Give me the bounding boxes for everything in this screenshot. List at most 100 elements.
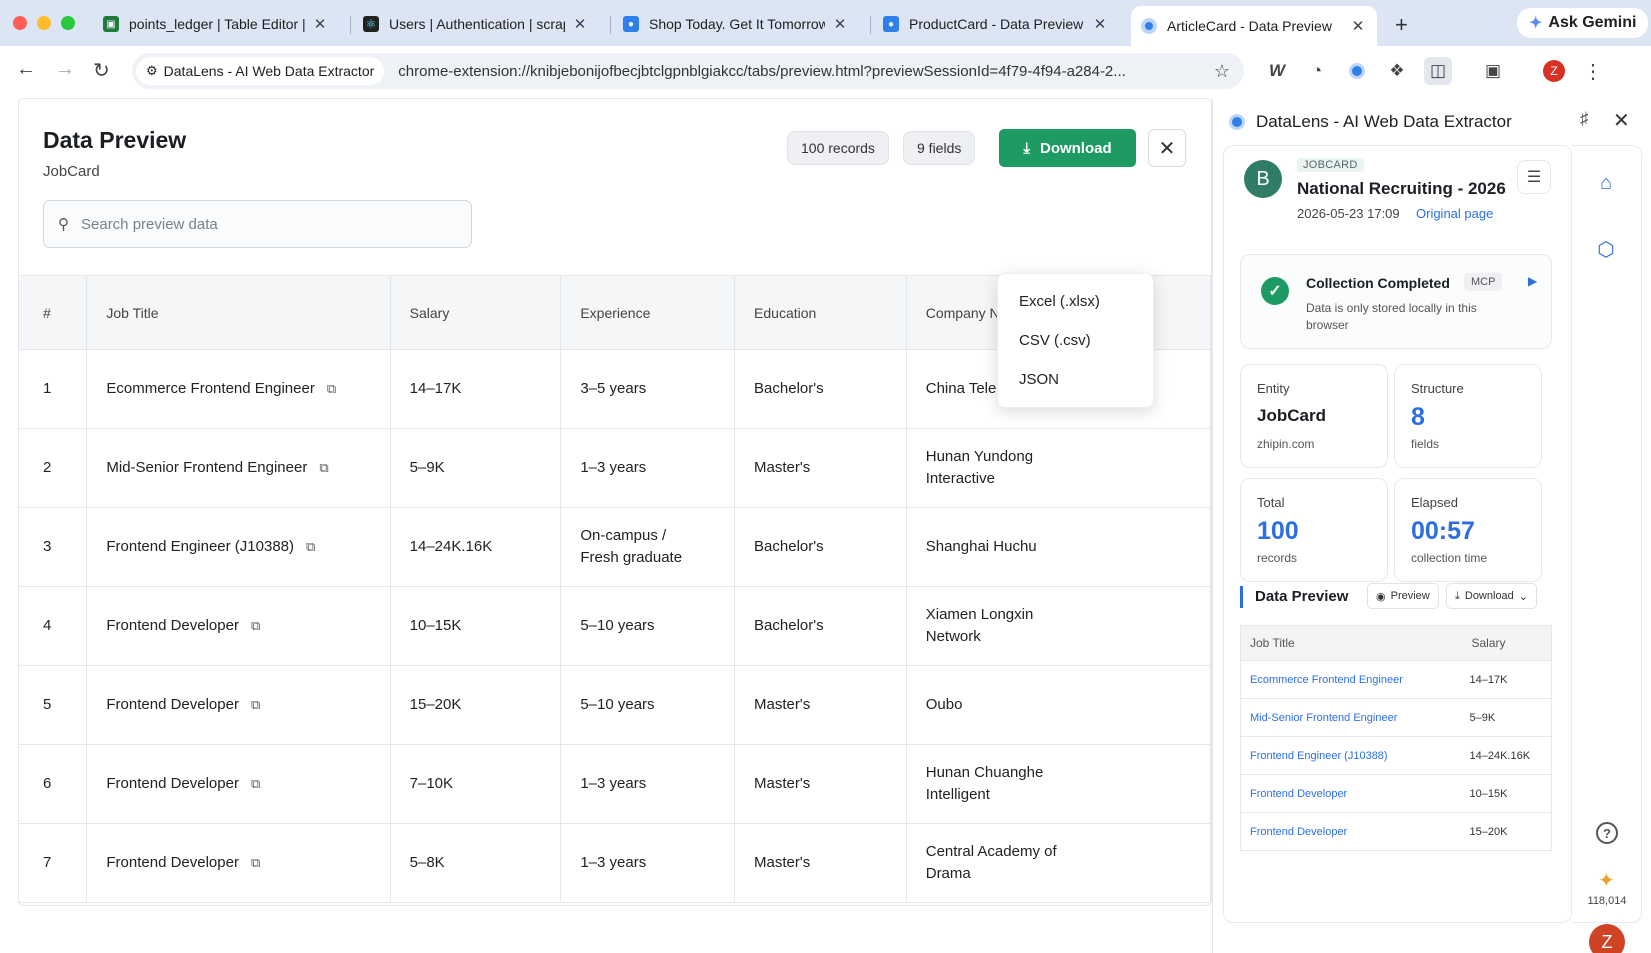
table-row[interactable]: 3 Frontend Engineer (J10388) ⧉ 14–24K.16K On…	[19, 507, 1211, 587]
row-number-cell: 4	[19, 586, 88, 666]
external-link-icon[interactable]: ⧉	[319, 457, 328, 479]
extension-gauge-icon[interactable]: ◔	[1306, 60, 1328, 82]
close-tab-icon[interactable]: ✕	[571, 15, 589, 33]
menu-item-excel[interactable]: Excel (.xlsx)	[998, 282, 1153, 321]
table-cell: Bachelor's	[734, 586, 907, 666]
play-icon[interactable]: ▶	[1528, 274, 1537, 288]
job-title-link[interactable]: Ecommerce Frontend Engineer	[1240, 660, 1463, 699]
browser-tab[interactable]: ● Shop Today. Get It Tomorrow ✕	[613, 7, 859, 41]
bookmark-star-icon[interactable]: ☆	[1214, 61, 1230, 82]
minimize-window-button[interactable]	[37, 16, 51, 30]
table-cell: Master's	[734, 744, 907, 824]
close-tab-icon[interactable]: ✕	[831, 15, 849, 33]
url-text[interactable]: chrome-extension://knibjebonijofbecjbtcl…	[398, 63, 1213, 80]
profile-avatar[interactable]: Z	[1543, 60, 1565, 82]
table-row[interactable]: 7 Frontend Developer ⧉ 5–8K 1–3 years Master'…	[19, 823, 1211, 903]
status-title: Collection Completed	[1306, 275, 1450, 291]
table-cell: Master's	[734, 665, 907, 745]
close-window-button[interactable]	[13, 16, 27, 30]
close-side-panel-icon[interactable]: ✕	[1613, 108, 1630, 133]
sparkle-credits-icon: ✦	[1598, 870, 1615, 892]
table-cell: 5–9K	[390, 428, 562, 508]
chat-button[interactable]: ☰	[1517, 160, 1551, 194]
site-avatar: B	[1244, 160, 1282, 198]
download-button[interactable]: ⤓ Download	[999, 129, 1136, 167]
search-box[interactable]: ⚲	[43, 200, 472, 248]
external-link-icon[interactable]: ⧉	[306, 536, 315, 558]
menu-item-csv[interactable]: CSV (.csv)	[998, 321, 1153, 360]
tab-search-icon[interactable]: ▣	[1482, 60, 1504, 82]
external-link-icon[interactable]: ⧉	[251, 852, 260, 874]
table-cell: On-campus / Fresh graduate	[560, 507, 736, 587]
table-row[interactable]: 5 Frontend Developer ⧉ 15–20K 5–10 years Mast…	[19, 665, 1211, 745]
table-row[interactable]: 2 Mid-Senior Frontend Engineer ⧉ 5–9K 1–3 ye…	[19, 428, 1211, 508]
side-download-button[interactable]: ⤓ Download ⌄	[1446, 583, 1538, 609]
table-cell: 15–20K	[390, 665, 562, 745]
table-row[interactable]: Frontend Developer 15–20K	[1240, 812, 1552, 851]
row-number-cell: 2	[19, 428, 88, 508]
external-link-icon[interactable]: ⧉	[327, 378, 336, 400]
job-title-link[interactable]: Frontend Developer	[1240, 774, 1463, 813]
close-preview-button[interactable]: ✕	[1148, 129, 1186, 167]
table-cell: Xiamen Longxin Network	[906, 586, 1211, 666]
search-input[interactable]	[81, 215, 441, 233]
job-title-link[interactable]: Frontend Developer	[1240, 812, 1463, 851]
job-title-link[interactable]: Mid-Senior Frontend Engineer	[1240, 698, 1463, 737]
column-header[interactable]: Experience	[560, 275, 736, 350]
job-title-link[interactable]: Frontend Engineer (J10388)	[1240, 736, 1463, 775]
datalens-extension-icon[interactable]	[1346, 60, 1368, 82]
check-circle-icon: ✓	[1261, 277, 1289, 305]
table-row[interactable]: Mid-Senior Frontend Engineer 5–9K	[1240, 698, 1552, 737]
extensions-puzzle-icon[interactable]: ❖	[1386, 60, 1408, 82]
column-header[interactable]: #	[19, 275, 88, 350]
table-cell: 1–3 years	[560, 428, 736, 508]
user-avatar[interactable]: Z	[1589, 924, 1625, 953]
browser-tab[interactable]: ⚛ Users | Authentication | scrap ✕	[353, 7, 599, 41]
more-menu-icon[interactable]: ⋮	[1582, 60, 1604, 83]
external-link-icon[interactable]: ⧉	[251, 773, 260, 795]
new-tab-icon[interactable]: +	[1395, 12, 1408, 38]
close-tab-icon[interactable]: ✕	[311, 15, 329, 33]
side-panel-icon[interactable]: ◫	[1424, 57, 1452, 85]
mcp-badge[interactable]: MCP	[1464, 273, 1503, 291]
forward-icon[interactable]: →	[55, 58, 75, 81]
fields-count-badge: 9 fields	[903, 131, 976, 165]
table-row[interactable]: 6 Frontend Developer ⧉ 7–10K 1–3 years Master…	[19, 744, 1211, 824]
site-info-chip[interactable]: ⚙ DataLens - AI Web Data Extractor	[136, 57, 385, 85]
gemini-sparkle-icon: ✦	[1529, 15, 1543, 32]
table-row[interactable]: Frontend Engineer (J10388) 14–24K.16K	[1240, 736, 1552, 775]
pin-icon[interactable]: ♯	[1580, 109, 1589, 129]
browser-tab[interactable]: ▣ points_ledger | Table Editor | ✕	[93, 7, 339, 41]
external-link-icon[interactable]: ⧉	[251, 615, 260, 637]
table-cell: Oubo	[906, 665, 1211, 745]
home-icon[interactable]: ⌂	[1587, 164, 1625, 202]
original-page-link[interactable]: Original page	[1416, 206, 1493, 221]
table-cell: Hunan Chuanghe Intelligent	[906, 744, 1211, 824]
row-number-cell: 6	[19, 744, 88, 824]
external-link-icon[interactable]: ⧉	[251, 694, 260, 716]
side-rail: ⌂ ⬡ ? ✦ 118,014 Z	[1572, 145, 1642, 953]
table-row[interactable]: Frontend Developer 10–15K	[1240, 774, 1552, 813]
reload-icon[interactable]: ↻	[93, 58, 110, 83]
close-tab-icon[interactable]: ✕	[1349, 17, 1367, 35]
browser-tab-active[interactable]: ArticleCard - Data Preview ✕	[1131, 6, 1377, 46]
browser-tab[interactable]: ● ProductCard - Data Preview ✕	[873, 7, 1119, 41]
history-icon[interactable]: ⬡	[1587, 230, 1625, 268]
preview-button[interactable]: ◉ Preview	[1367, 583, 1439, 609]
extension-w-icon[interactable]: W	[1266, 60, 1288, 82]
page-title: Data Preview	[43, 127, 187, 153]
back-icon[interactable]: ←	[16, 58, 36, 81]
address-bar[interactable]: ⚙ DataLens - AI Web Data Extractor chrom…	[132, 53, 1244, 89]
table-row[interactable]: Ecommerce Frontend Engineer 14–17K	[1240, 660, 1552, 699]
table-cell: Frontend Developer ⧉	[86, 665, 391, 745]
column-header[interactable]: Education	[734, 275, 907, 350]
table-row[interactable]: 4 Frontend Developer ⧉ 10–15K 5–10 years Bach…	[19, 586, 1211, 666]
menu-item-json[interactable]: JSON	[998, 360, 1153, 399]
close-tab-icon[interactable]: ✕	[1091, 15, 1109, 33]
help-icon[interactable]: ?	[1596, 822, 1618, 844]
column-header[interactable]: Job Title	[86, 275, 391, 350]
table-cell: Frontend Developer ⧉	[86, 586, 391, 666]
maximize-window-button[interactable]	[61, 16, 75, 30]
column-header[interactable]: Salary	[390, 275, 562, 350]
ask-gemini-button[interactable]: ✦ Ask Gemini	[1517, 8, 1649, 38]
